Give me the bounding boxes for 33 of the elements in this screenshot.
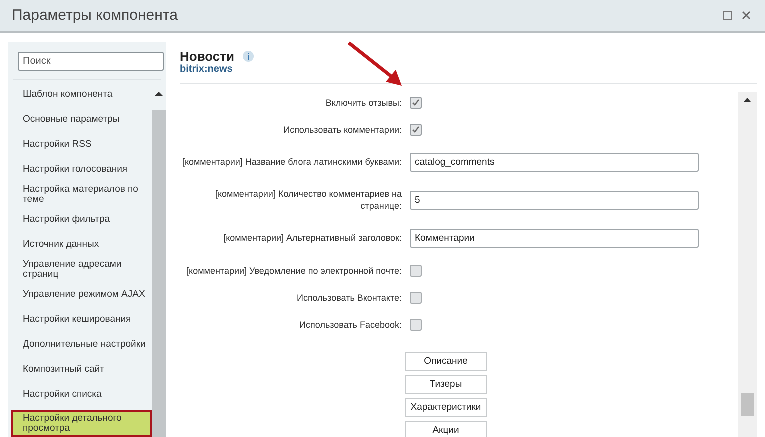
input-field[interactable]: 5 bbox=[410, 190, 699, 210]
field-label: [комментарии] Название блога латинскими буквами: bbox=[181, 156, 402, 168]
sidebar-item[interactable]: Настройки детального просмотра bbox=[11, 410, 152, 437]
field-label: Включить отзывы: bbox=[324, 96, 402, 108]
field-label: [комментарии] Количество комментариев на странице: bbox=[214, 188, 402, 212]
tab-button[interactable]: Описание bbox=[405, 352, 487, 371]
sidebar-item[interactable]: Шаблон компонента bbox=[11, 82, 152, 107]
window-title: Параметры компонента bbox=[12, 7, 178, 24]
field-label: Использовать Вконтакте: bbox=[296, 292, 402, 304]
sidebar-item[interactable]: Настройки фильтра bbox=[11, 207, 152, 232]
input-field[interactable]: catalog_comments bbox=[410, 152, 699, 172]
sidebar-item[interactable]: Управление адресами страниц bbox=[11, 257, 152, 282]
sidebar-item[interactable]: Источник данных bbox=[11, 232, 152, 257]
sidebar-item[interactable]: Настройки списка bbox=[11, 382, 152, 407]
field-label: Использовать комментарии: bbox=[282, 124, 402, 136]
sidebar-item[interactable]: Композитный сайт bbox=[11, 357, 152, 382]
search-field[interactable]: Поиск bbox=[18, 52, 164, 71]
sidebar-item[interactable]: Настройка материалов по теме bbox=[11, 182, 152, 207]
input-field[interactable]: Комментарии bbox=[410, 228, 699, 248]
sidebar-item[interactable]: Дополнительные настройки bbox=[11, 332, 152, 357]
tab-button[interactable]: Характеристики bbox=[405, 398, 487, 417]
tab-button[interactable]: Тизеры bbox=[405, 375, 487, 394]
field-label: [комментарии] Уведомление по электронной почте: bbox=[186, 264, 402, 276]
component-code: bitrix:news bbox=[180, 64, 234, 75]
sidebar-item[interactable]: Настройки голосования bbox=[11, 157, 152, 182]
tab-button[interactable]: Акции bbox=[405, 421, 487, 437]
sidebar-item[interactable]: Настройки кеширования bbox=[11, 307, 152, 332]
sidebar-item[interactable]: Управление режимом AJAX bbox=[11, 282, 152, 307]
field-label: [комментарии] Альтернативный заголовок: bbox=[222, 232, 402, 244]
component-title: Новости bbox=[180, 49, 235, 64]
field-label: Использовать Facebook: bbox=[298, 318, 402, 330]
sidebar-item[interactable]: Основные параметры bbox=[11, 107, 152, 132]
sidebar-item[interactable]: Настройки RSS bbox=[11, 132, 152, 157]
